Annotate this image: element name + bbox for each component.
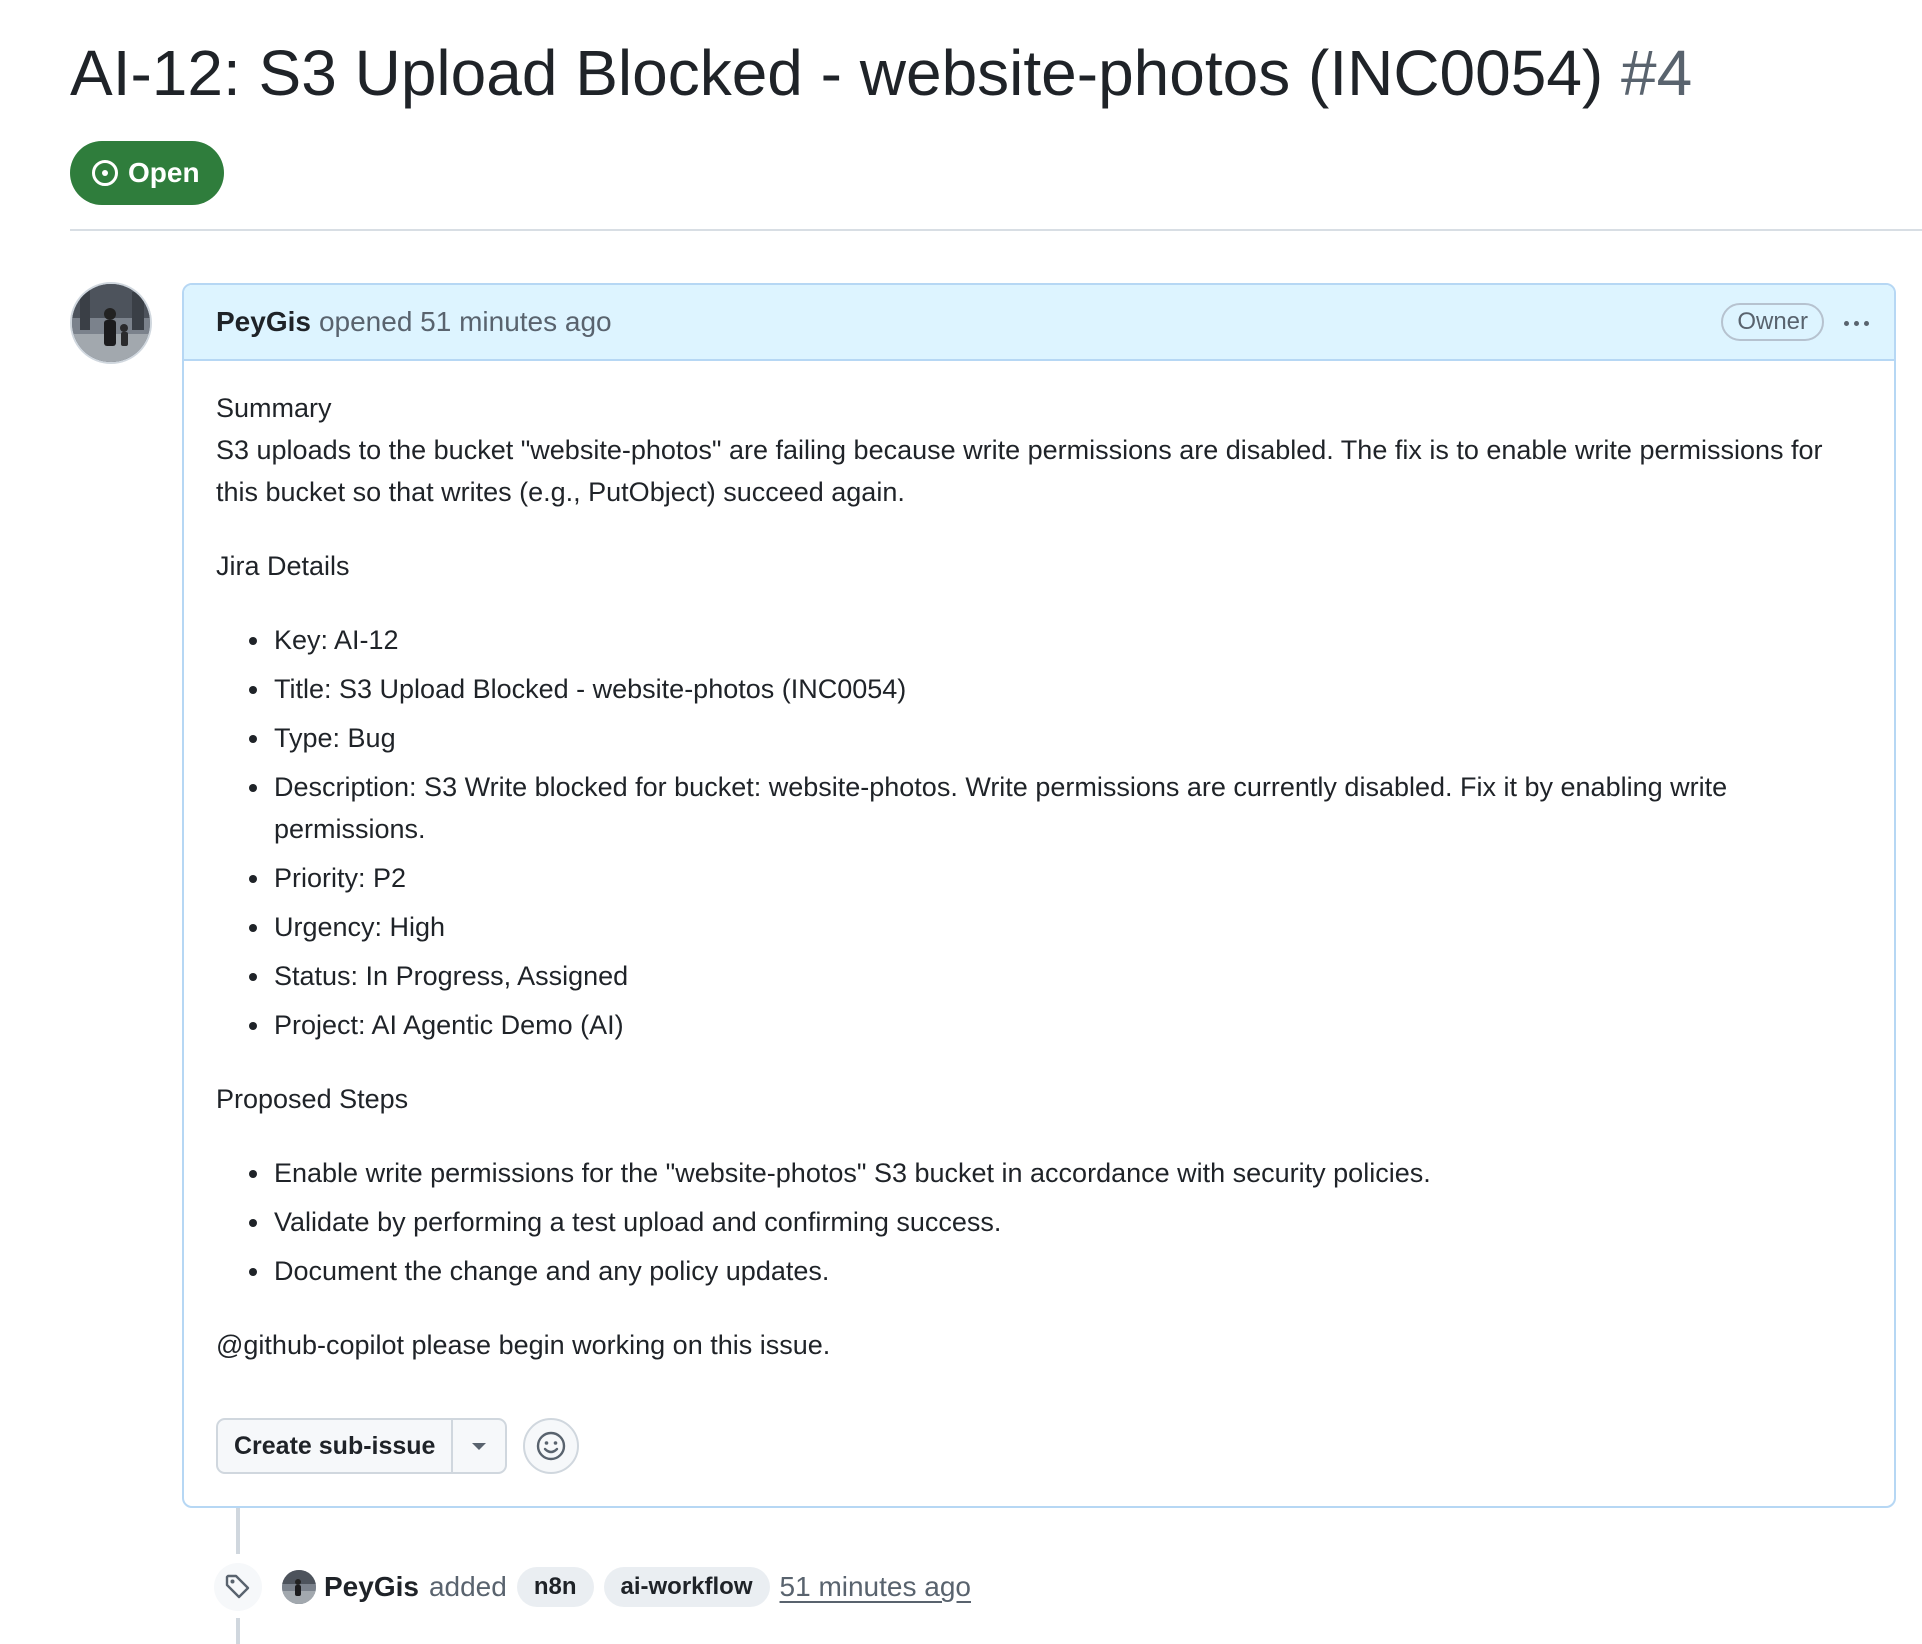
summary-heading: Summary (216, 393, 332, 423)
timeline-event-labels-added: PeyGis added n8n ai-workflow 51 minutes … (214, 1562, 971, 1612)
issue-open-icon (92, 160, 118, 186)
comment-author[interactable]: PeyGis (216, 306, 311, 338)
author-avatar[interactable] (70, 282, 152, 364)
list-item: Priority: P2 (272, 857, 1862, 899)
tag-icon-badge (214, 1563, 262, 1611)
proposed-steps-heading: Proposed Steps (216, 1084, 409, 1114)
smiley-icon (537, 1431, 566, 1461)
avatar-photo-icon (72, 284, 150, 362)
list-item: Title: S3 Upload Blocked - website-photo… (272, 668, 1862, 710)
list-item: Document the change and any policy updat… (272, 1250, 1862, 1292)
summary-text: S3 uploads to the bucket "website-photos… (216, 435, 1823, 507)
avatar-photo-icon (282, 1570, 316, 1604)
owner-badge: Owner (1721, 303, 1824, 341)
list-item: Description: S3 Write blocked for bucket… (272, 766, 1862, 850)
list-item: Key: AI-12 (272, 619, 1862, 661)
issue-comment: PeyGis opened 51 minutes ago Owner Summa… (182, 283, 1896, 1508)
list-item: Validate by performing a test upload and… (272, 1201, 1862, 1243)
proposed-steps-list: Enable write permissions for the "websit… (216, 1152, 1862, 1292)
list-item: Urgency: High (272, 906, 1862, 948)
tag-icon (225, 1574, 250, 1599)
issue-title-heading: AI-12: S3 Upload Blocked - website-photo… (70, 30, 1692, 116)
event-action: added (428, 1571, 507, 1602)
list-item: Enable write permissions for the "websit… (272, 1152, 1862, 1194)
event-author[interactable]: PeyGis (324, 1571, 419, 1603)
mention-text: @github-copilot please begin working on … (216, 1330, 831, 1360)
list-item: Type: Bug (272, 717, 1862, 759)
label-ai-workflow[interactable]: ai-workflow (603, 1567, 770, 1607)
jira-details-heading: Jira Details (216, 551, 350, 581)
list-item: Project: AI Agentic Demo (AI) (272, 1004, 1862, 1046)
create-sub-issue-split-button: Create sub-issue (216, 1418, 508, 1474)
timeline-line (236, 1508, 240, 1554)
add-reaction-button[interactable] (523, 1418, 580, 1474)
comment-action-text: opened 51 minutes ago (318, 306, 612, 337)
header-divider (70, 229, 1922, 231)
timeline-line (236, 1618, 240, 1644)
event-timestamp-link[interactable]: 51 minutes ago (780, 1571, 971, 1603)
jira-details-list: Key: AI-12 Title: S3 Upload Blocked - we… (216, 619, 1862, 1046)
issue-state-badge: Open (70, 141, 224, 205)
chevron-down-icon[interactable] (453, 1420, 505, 1472)
label-n8n[interactable]: n8n (516, 1567, 594, 1607)
more-options-icon[interactable] (1836, 307, 1876, 339)
event-author-avatar[interactable] (282, 1570, 316, 1604)
comment-header: PeyGis opened 51 minutes ago Owner (184, 285, 1894, 361)
issue-title: AI-12: S3 Upload Blocked - website-photo… (70, 37, 1604, 109)
comment-actions: Create sub-issue (216, 1418, 580, 1474)
list-item: Status: In Progress, Assigned (272, 955, 1862, 997)
comment-body: Summary S3 uploads to the bucket "websit… (184, 361, 1894, 1366)
issue-number: #4 (1621, 37, 1693, 109)
create-sub-issue-button[interactable]: Create sub-issue (218, 1420, 454, 1472)
issue-state-label: Open (128, 157, 200, 188)
